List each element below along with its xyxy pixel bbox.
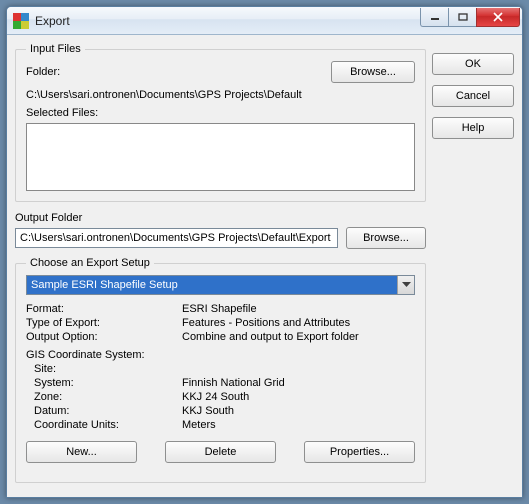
side-buttons: OK Cancel Help [432, 43, 514, 489]
zone-label: Zone: [26, 391, 176, 403]
window-controls [420, 8, 520, 28]
option-value: Combine and output to Export folder [182, 331, 415, 343]
system-label: System: [26, 377, 176, 389]
input-files-legend: Input Files [26, 43, 85, 55]
help-button[interactable]: Help [432, 117, 514, 139]
units-value: Meters [182, 419, 415, 431]
close-button[interactable] [476, 8, 520, 27]
chevron-down-icon [397, 276, 414, 294]
type-value: Features - Positions and Attributes [182, 317, 415, 329]
output-folder-block: Output Folder Browse... [15, 212, 426, 249]
output-folder-input[interactable] [15, 228, 338, 248]
type-label: Type of Export: [26, 317, 176, 329]
input-files-group: Input Files Folder: Browse... C:\Users\s… [15, 43, 426, 202]
properties-button[interactable]: Properties... [304, 441, 415, 463]
output-browse-button[interactable]: Browse... [346, 227, 426, 249]
format-value: ESRI Shapefile [182, 303, 415, 315]
client-area: Input Files Folder: Browse... C:\Users\s… [7, 35, 522, 497]
setup-combo-value: Sample ESRI Shapefile Setup [27, 276, 397, 294]
new-setup-button[interactable]: New... [26, 441, 137, 463]
cancel-button[interactable]: Cancel [432, 85, 514, 107]
delete-setup-button[interactable]: Delete [165, 441, 276, 463]
output-folder-label: Output Folder [15, 212, 426, 224]
maximize-button[interactable] [448, 8, 476, 27]
zone-value: KKJ 24 South [182, 391, 415, 403]
folder-label: Folder: [26, 66, 60, 78]
units-label: Coordinate Units: [26, 419, 176, 431]
setup-details: Format: ESRI Shapefile Type of Export: F… [26, 303, 415, 431]
site-label: Site: [26, 363, 176, 375]
minimize-icon [430, 13, 440, 21]
maximize-icon [458, 13, 468, 21]
format-label: Format: [26, 303, 176, 315]
setup-buttons: New... Delete Properties... [26, 441, 415, 463]
gis-label: GIS Coordinate System: [26, 349, 415, 361]
ok-button[interactable]: OK [432, 53, 514, 75]
datum-label: Datum: [26, 405, 176, 417]
input-browse-button[interactable]: Browse... [331, 61, 415, 83]
main-column: Input Files Folder: Browse... C:\Users\s… [15, 43, 426, 489]
datum-value: KKJ South [182, 405, 415, 417]
close-icon [492, 12, 504, 22]
system-value: Finnish National Grid [182, 377, 415, 389]
export-dialog: Export Input Files Folder: Browse... C:\… [6, 6, 523, 498]
export-setup-group: Choose an Export Setup Sample ESRI Shape… [15, 257, 426, 483]
selected-files-label: Selected Files: [26, 107, 415, 119]
app-icon [13, 13, 29, 29]
window-title: Export [35, 14, 420, 28]
selected-files-list[interactable] [26, 123, 415, 191]
input-folder-path: C:\Users\sari.ontronen\Documents\GPS Pro… [26, 89, 415, 101]
site-value [182, 363, 415, 375]
titlebar[interactable]: Export [7, 7, 522, 35]
minimize-button[interactable] [420, 8, 448, 27]
export-setup-legend: Choose an Export Setup [26, 257, 154, 269]
option-label: Output Option: [26, 331, 176, 343]
setup-combo[interactable]: Sample ESRI Shapefile Setup [26, 275, 415, 295]
